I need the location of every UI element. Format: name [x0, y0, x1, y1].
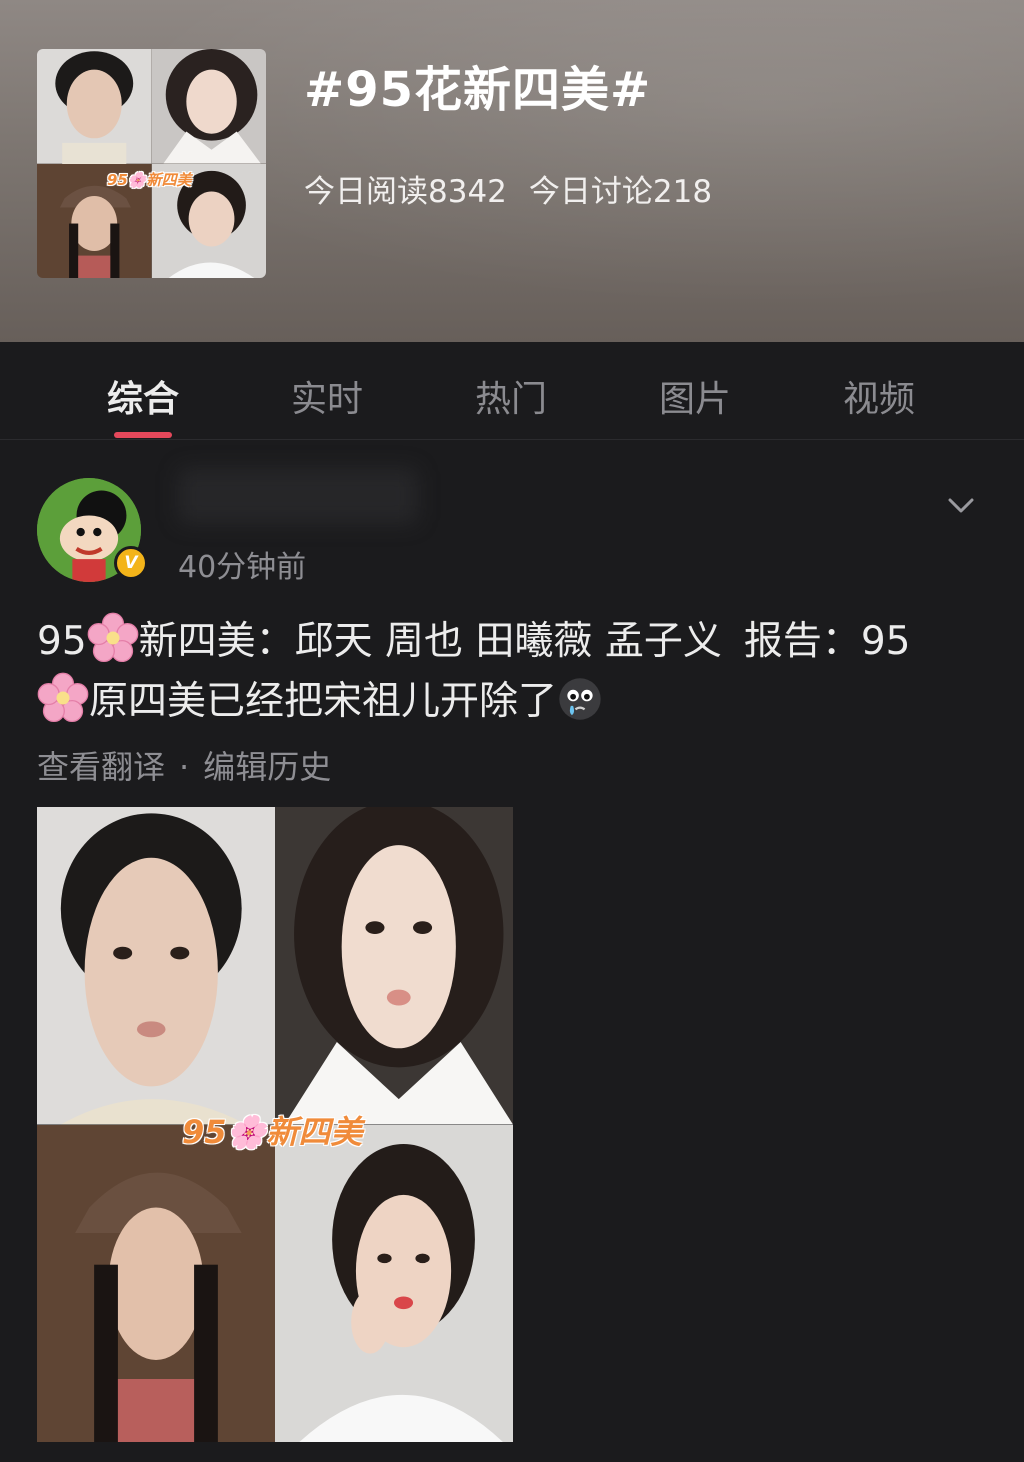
post-text-part: 原四美已经把宋祖儿开除了 — [89, 679, 558, 724]
cherry-blossom-icon — [87, 612, 138, 663]
edit-history-link[interactable]: 编辑历史 — [203, 748, 331, 786]
discussions-today: 今日讨论218 — [528, 174, 713, 210]
reads-today: 今日阅读8342 — [304, 174, 507, 210]
tab-comprehensive[interactable]: 综合 — [73, 370, 213, 422]
cherry-blossom-icon — [37, 672, 89, 723]
post-text: 95 新四美：邱天 周也 田曦薇 孟子义 报告：95 原四美已经把宋祖儿开除了 — [37, 612, 987, 732]
post-image[interactable]: 95🌸新四美 — [37, 807, 513, 1442]
image-caption: 95🌸新四美 — [182, 1113, 363, 1151]
topic-title: #95花新四美# — [304, 62, 652, 118]
post-text-part: 新四美：邱天 周也 田曦薇 孟子义 — [138, 619, 722, 664]
topic-cover-image[interactable]: 95🌸新四美 — [37, 49, 266, 278]
cover-photo-1 — [37, 49, 152, 164]
post-photo-2 — [275, 807, 513, 1125]
post-text-part: 报告：95 — [743, 619, 911, 664]
crying-face-icon — [559, 678, 601, 720]
topic-page: 95🌸新四美 #95花新四美# 今日阅读8342 今日讨论218 综合 实时 热门… — [0, 0, 1024, 1462]
link-separator: · — [179, 748, 190, 786]
active-tab-indicator — [114, 432, 172, 438]
tab-bar: 综合 实时 热门 图片 视频 — [0, 342, 1024, 440]
tab-images[interactable]: 图片 — [625, 370, 765, 422]
post-links: 查看翻译 · 编辑历史 — [37, 742, 331, 788]
cover-caption: 95🌸新四美 — [107, 171, 192, 189]
topic-header: 95🌸新四美 #95花新四美# 今日阅读8342 今日讨论218 — [0, 0, 1024, 342]
verified-badge-icon: V — [114, 546, 148, 580]
post-time: 40分钟前 — [178, 550, 307, 585]
tab-videos[interactable]: 视频 — [809, 370, 949, 422]
tab-hot[interactable]: 热门 — [441, 370, 581, 422]
post-photo-1 — [37, 807, 275, 1125]
post-text-part: 95 — [37, 619, 87, 664]
username-blurred[interactable] — [178, 468, 418, 524]
post-photo-4 — [275, 1124, 513, 1442]
post-photo-3 — [37, 1124, 275, 1442]
view-translation-link[interactable]: 查看翻译 — [37, 748, 165, 786]
tab-realtime[interactable]: 实时 — [257, 370, 397, 422]
cover-photo-2 — [151, 49, 266, 164]
chevron-down-icon[interactable] — [944, 488, 978, 522]
topic-stats: 今日阅读8342 今日讨论218 — [304, 166, 712, 211]
